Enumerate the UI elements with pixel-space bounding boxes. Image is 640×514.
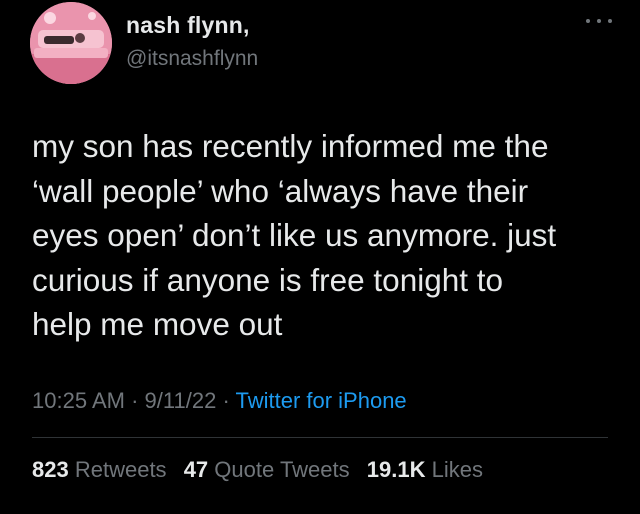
more-dot bbox=[586, 19, 590, 23]
more-options-icon[interactable] bbox=[586, 14, 612, 28]
display-name[interactable]: nash flynn, bbox=[126, 12, 250, 39]
more-dot bbox=[608, 19, 612, 23]
quote-tweets-label: Quote Tweets bbox=[214, 457, 350, 482]
meta-separator: · bbox=[222, 388, 230, 413]
likes-label: Likes bbox=[431, 457, 483, 482]
retweets-label: Retweets bbox=[74, 457, 167, 482]
meta-separator: · bbox=[131, 388, 139, 413]
tweet-card: nash flynn, @itsnashflynn my son has rec… bbox=[0, 0, 640, 514]
tweet-text: my son has recently informed me the ‘wal… bbox=[32, 128, 557, 342]
tweet-time[interactable]: 10:25 AM bbox=[32, 388, 125, 413]
divider bbox=[32, 437, 608, 438]
quote-tweets-stat[interactable]: 47 Quote Tweets bbox=[184, 457, 350, 482]
engagement-stats: 823 Retweets 47 Quote Tweets 19.1K Likes bbox=[32, 457, 483, 483]
more-dot bbox=[597, 19, 601, 23]
user-handle[interactable]: @itsnashflynn bbox=[126, 47, 258, 71]
tweet-meta: 10:25 AM · 9/11/22 · Twitter for iPhone bbox=[32, 388, 407, 414]
likes-stat[interactable]: 19.1K Likes bbox=[367, 457, 483, 482]
tweet-source-link[interactable]: Twitter for iPhone bbox=[235, 388, 406, 413]
likes-count: 19.1K bbox=[366, 457, 426, 482]
retweets-stat[interactable]: 823 Retweets bbox=[32, 457, 167, 482]
tweet-date[interactable]: 9/11/22 bbox=[145, 388, 217, 413]
retweets-count: 823 bbox=[32, 457, 69, 482]
quote-tweets-count: 47 bbox=[183, 457, 209, 482]
profile-photo-icon bbox=[30, 2, 112, 84]
avatar[interactable] bbox=[30, 2, 112, 84]
